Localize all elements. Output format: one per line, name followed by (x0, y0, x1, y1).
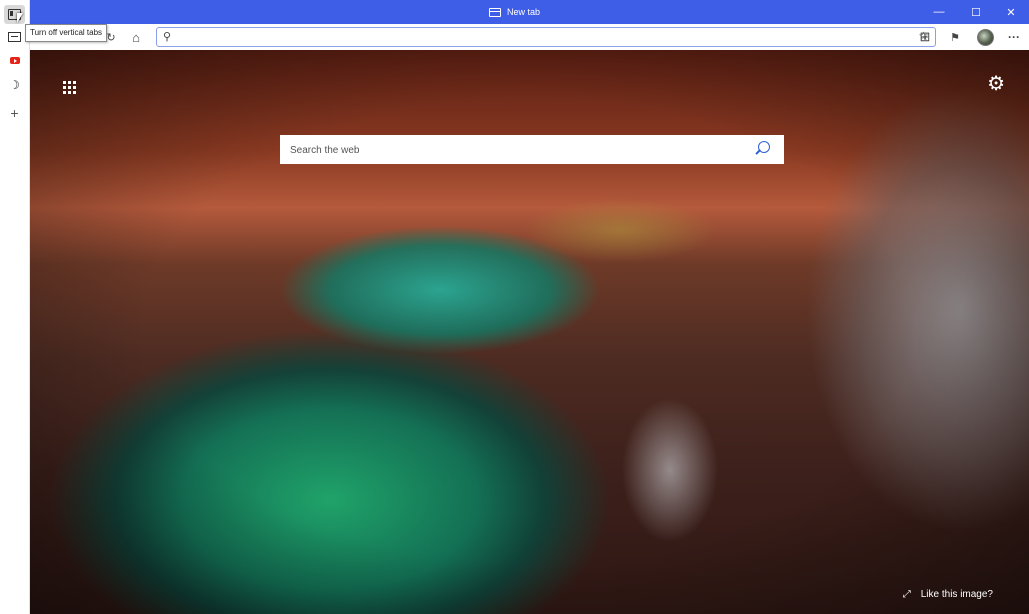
vertical-tab-strip: ☽ + (0, 0, 30, 614)
new-tab-page: ⚙ ⤢ Like this image? (30, 50, 1029, 614)
profile-button[interactable] (973, 24, 997, 50)
settings-and-more-button[interactable]: ··· (1002, 24, 1026, 50)
grid-dot (62, 90, 66, 94)
address-input[interactable] (181, 29, 885, 46)
grid-dot (72, 85, 76, 89)
grid-dot (72, 90, 76, 94)
search-icon: ⚲ (163, 31, 172, 43)
like-image-label[interactable]: Like this image? (921, 589, 993, 600)
moon-icon: ☽ (9, 77, 20, 92)
web-search-box[interactable] (280, 135, 784, 164)
grid-dot (62, 80, 66, 84)
window-title: New tab (0, 0, 1029, 24)
grid-dot (67, 90, 71, 94)
search-icon[interactable] (758, 141, 770, 153)
tab-item-moon[interactable]: ☽ (4, 75, 25, 94)
refresh-icon: ↻ (106, 31, 116, 44)
title-bar: New tab — ☐ ✕ (0, 0, 1029, 24)
grid-dot (67, 80, 71, 84)
home-icon: ⌂ (132, 29, 140, 45)
more-icon: ··· (1008, 30, 1020, 44)
window-title-text: New tab (506, 7, 541, 17)
grid-dot (72, 80, 76, 84)
feedback-icon: ⚑ (950, 31, 960, 44)
tab-icon (488, 7, 501, 17)
mouse-cursor (17, 13, 23, 23)
tab-item-new-tab[interactable] (4, 27, 25, 46)
close-button[interactable]: ✕ (994, 0, 1028, 24)
gear-icon: ⚙ (987, 73, 1005, 95)
tab-item-youtube[interactable] (4, 51, 25, 70)
plus-icon: + (10, 104, 19, 121)
minimize-button[interactable]: — (922, 0, 956, 24)
tab-icon (8, 31, 21, 42)
vertical-tabs-tooltip: Turn off vertical tabs (25, 24, 108, 42)
grid-dot (62, 85, 66, 89)
collections-button[interactable]: ⊞ (913, 24, 937, 50)
home-button[interactable]: ⌂ (124, 24, 148, 50)
youtube-icon (9, 57, 20, 64)
avatar (976, 28, 994, 46)
collections-icon: ⊞ (919, 29, 931, 44)
like-image-link[interactable]: ⤢ Like this image? (903, 589, 993, 600)
page-settings-button[interactable]: ⚙ (987, 74, 1005, 94)
app-launcher-button[interactable] (60, 78, 78, 96)
grid-dot (67, 85, 71, 89)
feedback-button[interactable]: ⚑ (943, 24, 967, 50)
expand-icon[interactable]: ⤢ (903, 589, 911, 600)
new-tab-button[interactable]: + (4, 103, 25, 122)
browser-toolbar: ↻ ⌂ ⚲ ☆ ⊞ ⚑ ··· (29, 24, 1029, 50)
web-search-input[interactable] (288, 140, 732, 161)
maximize-button[interactable]: ☐ (959, 0, 993, 24)
address-bar[interactable]: ⚲ ☆ (156, 27, 936, 47)
